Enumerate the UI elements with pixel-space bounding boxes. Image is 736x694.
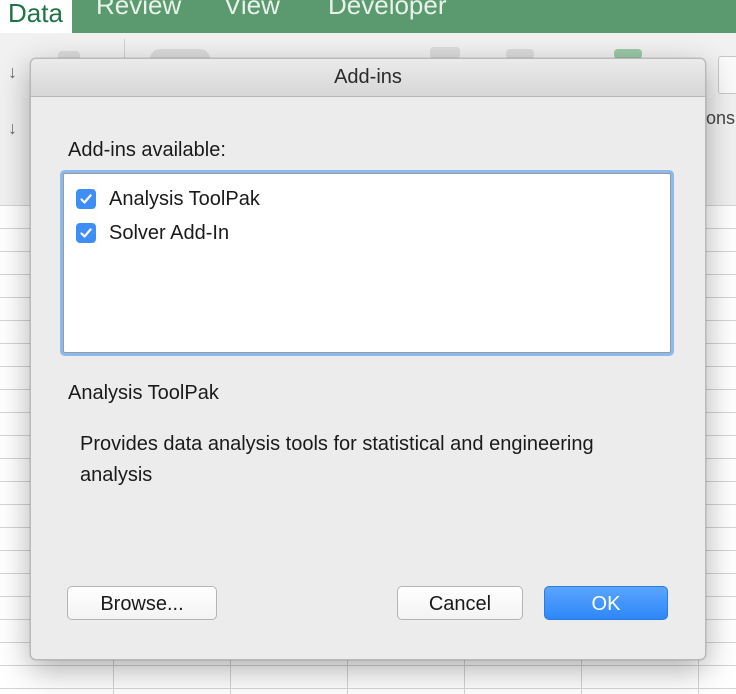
down-arrow-icon[interactable]: ↓ — [8, 63, 17, 81]
dialog-title: Add-ins — [31, 59, 705, 97]
list-item-solver-add-in[interactable]: Solver Add-In — [76, 221, 229, 245]
tab-developer[interactable]: Developer — [328, 0, 447, 18]
add-in-description: Provides data analysis tools for statist… — [80, 433, 594, 486]
list-item-analysis-toolpak[interactable]: Analysis ToolPak — [76, 187, 260, 211]
checkbox-analysis-toolpak[interactable] — [76, 189, 96, 209]
selected-add-in-name: Analysis ToolPak — [68, 382, 219, 404]
tab-review[interactable]: Review — [96, 0, 181, 18]
add-ins-list[interactable]: Analysis ToolPak Solver Add-In — [63, 173, 671, 353]
checkbox-solver-add-in[interactable] — [76, 223, 96, 243]
checkmark-icon — [80, 228, 92, 238]
add-ins-available-label: Add-ins available: — [68, 139, 226, 161]
browse-button[interactable]: Browse... — [67, 586, 217, 620]
ribbon-side-control[interactable] — [718, 56, 736, 94]
checkmark-icon — [80, 194, 92, 204]
ribbon-tab-bar: Data Review View Developer — [0, 0, 736, 33]
list-item-label: Solver Add-In — [109, 221, 230, 244]
ribbon-tab-strip: Review View Developer — [72, 0, 736, 33]
tab-data[interactable]: Data — [0, 0, 72, 33]
ribbon-partial-label: ons — [706, 108, 736, 128]
tab-view[interactable]: View — [224, 0, 280, 18]
list-item-label: Analysis ToolPak — [109, 187, 260, 210]
add-ins-dialog: Add-ins Add-ins available: Analysis Tool… — [30, 58, 706, 660]
ok-button[interactable]: OK — [544, 586, 668, 620]
down-arrow-icon[interactable]: ↓ — [8, 119, 17, 137]
cancel-button[interactable]: Cancel — [397, 586, 523, 620]
